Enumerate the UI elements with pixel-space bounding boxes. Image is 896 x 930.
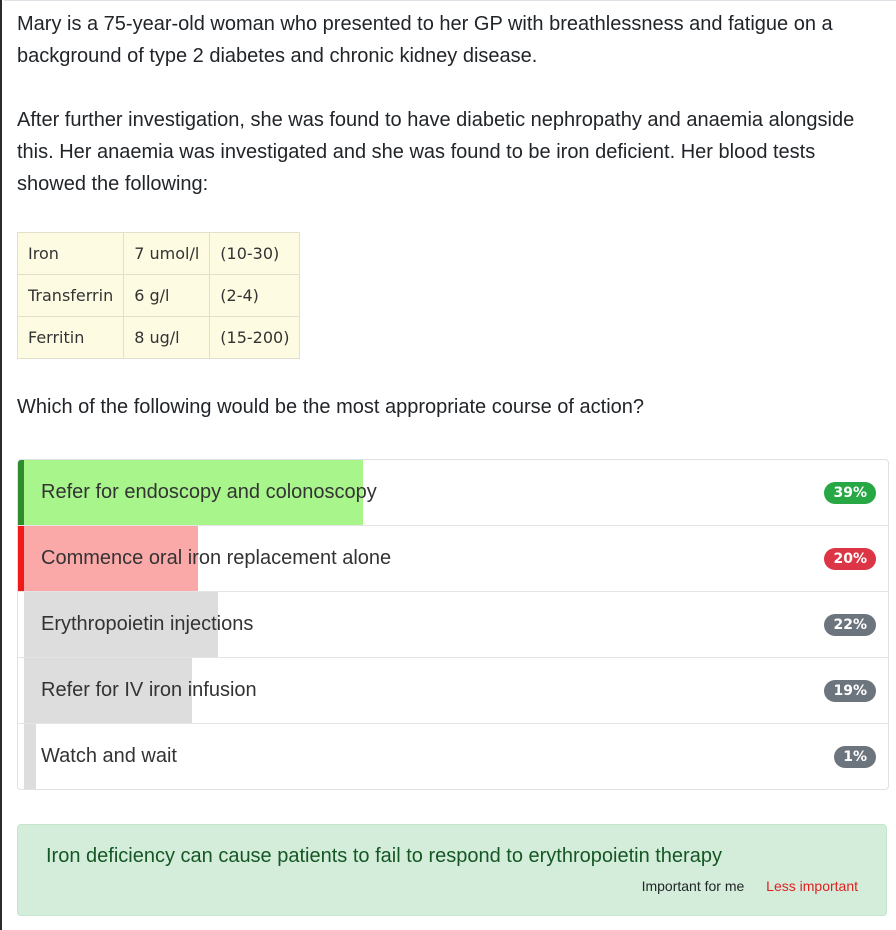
answer-option[interactable]: Commence oral iron replacement alone 20% (18, 525, 888, 591)
lab-value: 8 ug/l (123, 316, 211, 359)
lab-row: Transferrin 6 g/l (2-4) (16, 274, 301, 317)
lab-range: (10-30) (209, 232, 301, 275)
question-panel: Mary is a 75-year-old woman who presente… (0, 0, 896, 930)
answer-option[interactable]: Erythropoietin injections 22% (18, 591, 888, 657)
answer-option[interactable]: Refer for IV iron infusion 19% (18, 657, 888, 723)
question-content: Mary is a 75-year-old woman who presente… (16, 8, 889, 916)
importance-actions: Important for me Less important (642, 878, 858, 894)
lab-name: Ferritin (16, 316, 125, 359)
lab-range: (2-4) (209, 274, 301, 317)
lab-row: Ferritin 8 ug/l (15-200) (16, 316, 301, 359)
lab-results-table: Iron 7 umol/l (10-30) Transferrin 6 g/l … (16, 232, 301, 359)
answer-option[interactable]: Refer for endoscopy and colonoscopy 39% (18, 460, 888, 525)
answer-percent-badge: 39% (824, 481, 876, 504)
answer-label: Commence oral iron replacement alone (41, 547, 392, 569)
answer-label: Refer for endoscopy and colonoscopy (41, 481, 377, 503)
answer-percent-bar (24, 724, 36, 789)
less-important-link[interactable]: Less important (766, 878, 858, 894)
lab-value: 6 g/l (123, 274, 211, 317)
answer-option[interactable]: Watch and wait 1% (18, 723, 888, 789)
lab-name: Iron (16, 232, 125, 275)
stem-paragraph-1: Mary is a 75-year-old woman who presente… (17, 13, 833, 67)
question-stem: Mary is a 75-year-old woman who presente… (17, 8, 887, 200)
stem-paragraph-2: After further investigation, she was fou… (17, 109, 855, 195)
answer-percent-badge: 19% (824, 679, 876, 702)
explanation-box: Iron deficiency can cause patients to fa… (17, 824, 887, 916)
answer-label: Refer for IV iron infusion (41, 679, 257, 701)
explanation-text: Iron deficiency can cause patients to fa… (46, 845, 722, 867)
lab-range: (15-200) (209, 316, 301, 359)
lab-row: Iron 7 umol/l (10-30) (16, 232, 301, 275)
important-for-me-link[interactable]: Important for me (642, 878, 745, 894)
answer-label: Watch and wait (41, 745, 177, 767)
answer-percent-badge: 1% (834, 745, 876, 768)
lab-value: 7 umol/l (123, 232, 211, 275)
answer-percent-badge: 22% (824, 613, 876, 636)
answer-options: Refer for endoscopy and colonoscopy 39% … (17, 459, 889, 790)
top-divider (4, 0, 896, 1)
question-text: Which of the following would be the most… (17, 396, 645, 418)
answer-label: Erythropoietin injections (41, 613, 254, 635)
lab-name: Transferrin (16, 274, 125, 317)
answer-percent-badge: 20% (824, 547, 876, 570)
